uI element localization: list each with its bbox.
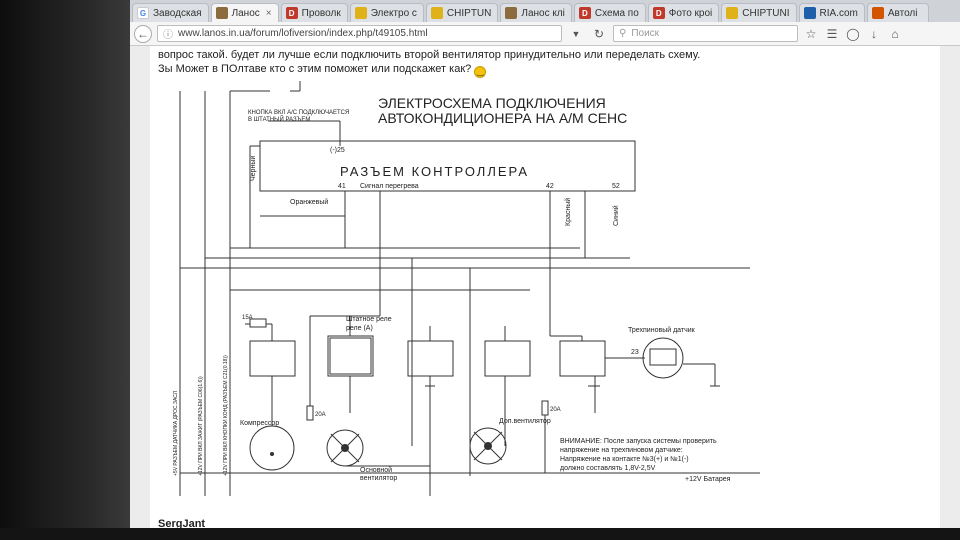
favicon-icon: G bbox=[137, 7, 149, 19]
favicon-icon bbox=[215, 7, 228, 19]
overheat-signal-label: Сигнал перегрева bbox=[360, 183, 419, 190]
bookmark-star-icon[interactable]: ☆ bbox=[803, 26, 819, 42]
sensor-label: Трехпиновый датчик bbox=[628, 326, 696, 334]
history-dropdown-icon[interactable]: ▼ bbox=[567, 25, 585, 43]
tab-title: Ланос bbox=[231, 7, 260, 19]
fuse-20a-1-label: 20А bbox=[315, 412, 326, 418]
browser-tab[interactable]: CHIPTUNI bbox=[721, 3, 797, 22]
browser-tab[interactable]: D Схема по bbox=[573, 3, 646, 22]
favicon-icon bbox=[803, 7, 816, 19]
warning-line-3: Напряжение на контакте №3(+) и №1(-) bbox=[560, 456, 689, 463]
url-text: www.lanos.in.ua/forum/lofiversion/index.… bbox=[178, 28, 428, 39]
pin-25: (-)25 bbox=[330, 147, 345, 154]
main-fan-label-1: Основной bbox=[360, 466, 392, 474]
home-icon[interactable]: ⌂ bbox=[887, 26, 903, 42]
address-bar[interactable]: ⓘ www.lanos.in.ua/forum/lofiversion/inde… bbox=[157, 25, 562, 42]
browser-tab[interactable]: D Фото кроі bbox=[647, 3, 720, 22]
favicon-icon: D bbox=[578, 7, 591, 19]
tab-title: Автолі bbox=[887, 7, 918, 19]
pocket-icon[interactable]: ◯ bbox=[845, 26, 861, 42]
monitor-bezel-left bbox=[0, 0, 130, 540]
rail-label-2: +12V ПРИ ВКЛ ЗАЖИГ (РАЗЪЕМ С06(1.6)) bbox=[198, 376, 204, 476]
button-label-1: КНОПКА ВКЛ А/С ПОДКЛЮЧАЕТСЯ bbox=[248, 110, 349, 116]
sensor-pin-label: 23 bbox=[631, 349, 639, 356]
favicon-icon bbox=[430, 7, 443, 19]
tab-title: Фото кроі bbox=[668, 7, 713, 19]
extra-fan-label: Доп.вентилятор bbox=[499, 418, 551, 425]
tab-title: Электро с bbox=[370, 7, 417, 19]
monitor-bezel-bottom bbox=[0, 528, 960, 540]
browser-tab[interactable]: Ланос клі bbox=[500, 3, 572, 22]
fuse-20a-2-label: 20А bbox=[550, 407, 561, 413]
rail-label-3: +12V ПРИ ВКЛ КНОПКИ КОНД (РАЗЪЕМ С21(0.1… bbox=[223, 355, 229, 476]
tab-bar: G Заводская Ланос × D Проволк Электро с CHIPTUN… bbox=[130, 0, 960, 22]
stock-relay-label-2: реле (А) bbox=[346, 325, 373, 332]
compressor-label: Компрессор bbox=[240, 420, 279, 427]
battery-label: +12V Батарея bbox=[685, 476, 731, 483]
tab-title: CHIPTUN bbox=[446, 7, 492, 19]
browser-tab[interactable]: Ланос × bbox=[210, 3, 279, 22]
pin-41: 41 bbox=[338, 183, 346, 190]
tab-title: Ланос клі bbox=[521, 7, 565, 19]
forum-page: вопрос такой. будет ли лучше если подклю… bbox=[150, 46, 940, 530]
fuse-15a-label: 15А bbox=[242, 315, 253, 321]
pin-52: 52 bbox=[612, 183, 620, 190]
tab-title: Схема по bbox=[594, 7, 639, 19]
wire-orange-label: Оранжевый bbox=[290, 198, 328, 206]
tab-title: Заводская bbox=[153, 7, 202, 19]
reading-list-icon[interactable]: ☰ bbox=[824, 26, 840, 42]
main-fan-label-2: вентилятор bbox=[360, 475, 397, 482]
rail-label-1: +5V РАЗЪЕМ ДАТЧИКА ДРОС.ЗАСЛ bbox=[173, 391, 179, 476]
search-field[interactable]: ⚲ Поиск bbox=[613, 25, 798, 42]
tab-title: Проволк bbox=[301, 7, 341, 19]
wire-red-label: Красный bbox=[564, 198, 572, 226]
warning-line-4: должно составлять 1,8V-2,5V bbox=[560, 465, 656, 472]
reload-icon[interactable]: ↻ bbox=[590, 25, 608, 43]
favicon-icon bbox=[505, 7, 518, 19]
browser-tab[interactable]: Автолі bbox=[866, 3, 929, 22]
controller-label: РАЗЪЕМ КОНТРОЛЛЕРА bbox=[340, 164, 529, 179]
search-icon: ⚲ bbox=[619, 28, 627, 39]
tab-title: CHIPTUNI bbox=[742, 7, 790, 19]
post-line-1: вопрос такой. будет ли лучше если подклю… bbox=[158, 49, 701, 61]
browser-tab[interactable]: D Проволк bbox=[280, 3, 348, 22]
warning-line-1: ВНИМАНИЕ: После запуска системы проверит… bbox=[560, 438, 717, 445]
wire-black-label: Черный bbox=[249, 156, 257, 181]
diagram-title-2: АВТОКОНДИЦИОНЕРА НА А/М СЕНС bbox=[378, 110, 627, 126]
post-line-2: Зы Может в ПОлтаве кто с этим поможет ил… bbox=[158, 63, 472, 75]
browser-tab[interactable]: RIA.com bbox=[798, 3, 865, 22]
browser-tab[interactable]: CHIPTUN bbox=[425, 3, 499, 22]
tab-title: RIA.com bbox=[819, 7, 858, 19]
back-button[interactable]: ← bbox=[134, 24, 152, 43]
wiring-diagram: ЭЛЕКТРОСХЕМА ПОДКЛЮЧЕНИЯ АВТОКОНДИЦИОНЕР… bbox=[173, 81, 760, 496]
browser-tab[interactable]: Электро с bbox=[349, 3, 424, 22]
favicon-icon bbox=[871, 7, 884, 19]
search-placeholder: Поиск bbox=[631, 28, 660, 39]
favicon-icon bbox=[354, 7, 367, 19]
favicon-icon: D bbox=[285, 7, 298, 19]
post-text: вопрос такой. будет ли лучше если подклю… bbox=[158, 48, 700, 78]
warning-line-2: напряжение на трехпиновом датчике: bbox=[560, 447, 683, 454]
wire-blue-label: Синий bbox=[612, 205, 620, 226]
stock-relay-label-1: Штатное реле bbox=[346, 316, 392, 323]
navigation-bar: ← ⓘ www.lanos.in.ua/forum/lofiversion/in… bbox=[130, 22, 960, 46]
browser-window: G Заводская Ланос × D Проволк Электро с CHIPTUN… bbox=[130, 0, 960, 530]
diagram-title-1: ЭЛЕКТРОСХЕМА ПОДКЛЮЧЕНИЯ bbox=[378, 95, 606, 111]
pin-42: 42 bbox=[546, 183, 554, 190]
info-icon[interactable]: ⓘ bbox=[163, 26, 173, 41]
favicon-icon: D bbox=[652, 7, 665, 19]
browser-tab[interactable]: G Заводская bbox=[132, 3, 209, 22]
button-label-2: В ШТАТНЫЙ РАЗЪЕМ bbox=[248, 115, 310, 123]
favicon-icon bbox=[726, 7, 739, 19]
download-icon[interactable]: ↓ bbox=[866, 26, 882, 42]
close-tab-icon[interactable]: × bbox=[266, 8, 272, 19]
